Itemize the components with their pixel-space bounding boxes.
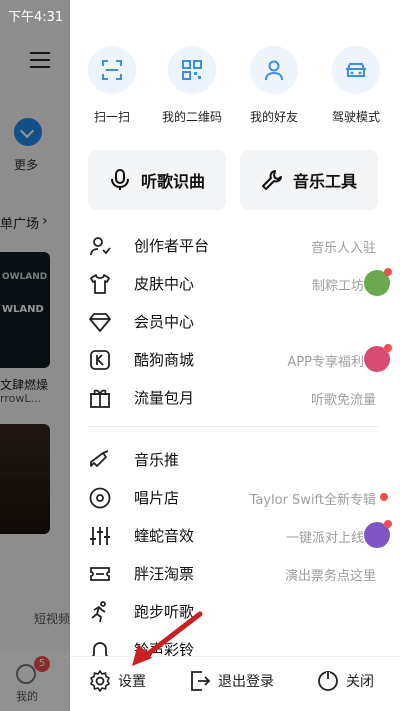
qrcode-icon [168, 46, 216, 94]
menu-item-vip[interactable]: 会员中心 [70, 302, 400, 340]
quick-scan[interactable]: 扫一扫 [74, 44, 150, 125]
menu-hint: 制粽工坊 [311, 279, 364, 294]
settings-label: 设置 [118, 674, 146, 690]
red-dot-indicator [384, 268, 392, 276]
menu-label: 胖汪淘票 [134, 565, 195, 583]
quick-label: 驾驶模式 [331, 110, 380, 124]
logout-icon [188, 669, 212, 693]
car-icon [332, 46, 380, 94]
gear-icon [88, 669, 112, 693]
menu-item-viper-effect[interactable]: 蝰蛇音效 一键派对上线 [70, 516, 400, 554]
store-icon [88, 348, 112, 372]
friend-icon [250, 46, 298, 94]
menu-label: 酷狗商城 [134, 351, 195, 369]
close-button[interactable]: 关闭 [316, 669, 374, 693]
quick-qrcode[interactable]: 我的二维码 [154, 44, 230, 125]
quick-friends[interactable]: 我的好友 [236, 44, 312, 125]
quick-actions: 扫一扫 我的二维码 我的好友 驾驶模式 [70, 44, 400, 134]
divider [88, 426, 378, 427]
running-icon [88, 600, 112, 624]
settings-button[interactable]: 设置 [88, 669, 146, 693]
ticket-icon [88, 562, 112, 586]
menu-item-record-store[interactable]: 唱片店 Taylor Swift全新专辑 [70, 478, 400, 516]
status-time: 下午4:31 [8, 10, 64, 25]
drawer-bottom-bar: 设置 退出登录 关闭 [70, 656, 400, 711]
menu-item-data-plan[interactable]: 流量包月 听歌免流量 [70, 378, 400, 416]
song-recognition-label: 听歌识曲 [140, 172, 205, 191]
menu-hint: 听歌免流量 [310, 393, 376, 408]
side-drawer: 扫一扫 我的二维码 我的好友 驾驶模式 听歌识曲 音乐工具 创作者平台 音乐人入… [70, 0, 400, 711]
red-dot-indicator [380, 493, 388, 501]
menu-item-tickets[interactable]: 胖汪淘票 演出票务点这里 [70, 554, 400, 592]
menu-label: 唱片店 [134, 489, 180, 507]
menu-item-skin[interactable]: 皮肤中心 制粽工坊 [70, 264, 400, 302]
scan-icon [88, 46, 136, 94]
wrench-icon [261, 169, 283, 191]
quick-label: 我的好友 [249, 110, 298, 124]
menu-hint: 演出票务点这里 [284, 569, 376, 584]
quick-label: 我的二维码 [161, 110, 222, 124]
menu-hint: APP专享福利 [287, 355, 364, 370]
menu-label: 会员中心 [134, 313, 195, 331]
menu-label: 流量包月 [134, 389, 195, 407]
annotation-arrow-icon [126, 610, 206, 670]
music-tools-button[interactable]: 音乐工具 [240, 150, 378, 210]
diamond-icon [88, 310, 112, 334]
logout-button[interactable]: 退出登录 [188, 669, 274, 693]
disc-icon [88, 486, 112, 510]
menu-label: 蝰蛇音效 [134, 527, 195, 545]
creator-icon [88, 234, 112, 258]
menu-item-running[interactable]: 跑步听歌 [70, 592, 400, 630]
menu-label: 皮肤中心 [134, 275, 195, 293]
quick-driving[interactable]: 驾驶模式 [318, 44, 394, 125]
megaphone-icon [88, 448, 112, 472]
red-dot-indicator [384, 520, 392, 528]
tshirt-icon [88, 272, 112, 296]
menu-hint: 音乐人入驻 [310, 241, 376, 256]
close-label: 关闭 [346, 674, 374, 690]
microphone-icon [109, 168, 131, 192]
equalizer-icon [88, 524, 112, 548]
gift-icon [88, 386, 112, 410]
menu-item-store[interactable]: 酷狗商城 APP专享福利 [70, 340, 400, 378]
music-tools-label: 音乐工具 [292, 172, 357, 191]
menu-label: 创作者平台 [134, 237, 210, 255]
power-icon [316, 669, 340, 693]
red-dot-indicator [384, 344, 392, 352]
logout-label: 退出登录 [218, 674, 274, 690]
quick-label: 扫一扫 [93, 110, 130, 124]
menu-item-music-push[interactable]: 音乐推 [70, 440, 400, 478]
menu-hint: Taylor Swift全新专辑 [249, 493, 376, 508]
menu-label: 音乐推 [134, 451, 180, 469]
menu-hint: 一键派对上线 [285, 531, 364, 546]
dim-overlay[interactable] [0, 0, 70, 711]
song-recognition-button[interactable]: 听歌识曲 [88, 150, 226, 210]
menu-item-creator[interactable]: 创作者平台 音乐人入驻 [70, 226, 400, 264]
